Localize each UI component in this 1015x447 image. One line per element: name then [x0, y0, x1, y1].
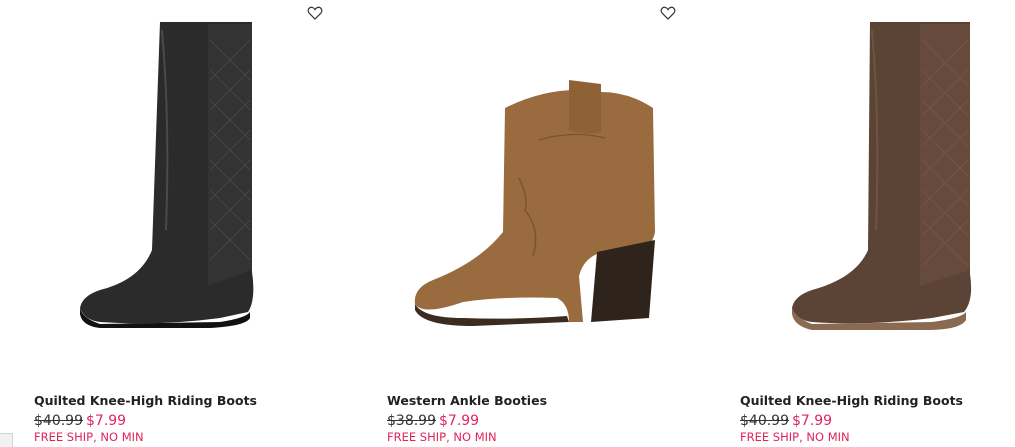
original-price: $38.99 — [387, 413, 436, 429]
browser-status-bar — [0, 433, 13, 447]
product-card[interactable]: Quilted Knee-High Riding Boots $40.99 $7.… — [706, 0, 1015, 447]
sale-price: $7.99 — [439, 413, 480, 429]
product-image-black-boot[interactable] — [0, 0, 334, 370]
wishlist-heart-icon[interactable] — [307, 5, 323, 21]
product-card[interactable]: Western Ankle Booties $38.99 $7.99 FREE S… — [353, 0, 687, 447]
product-title[interactable]: Quilted Knee-High Riding Boots — [34, 393, 257, 408]
sale-price: $7.99 — [86, 413, 127, 429]
product-title[interactable]: Quilted Knee-High Riding Boots — [740, 393, 963, 408]
product-card[interactable]: Quilted Knee-High Riding Boots $40.99 $7.… — [0, 0, 334, 447]
original-price: $40.99 — [740, 413, 789, 429]
product-image-tan-bootie[interactable] — [353, 0, 687, 370]
original-price: $40.99 — [34, 413, 83, 429]
shipping-promo: FREE SHIP, NO MIN — [387, 430, 497, 444]
shipping-promo: FREE SHIP, NO MIN — [740, 430, 850, 444]
product-title[interactable]: Western Ankle Booties — [387, 393, 547, 408]
sale-price: $7.99 — [792, 413, 833, 429]
shipping-promo: FREE SHIP, NO MIN — [34, 430, 144, 444]
product-image-brown-boot[interactable] — [706, 0, 1015, 370]
wishlist-heart-icon[interactable] — [660, 5, 676, 21]
